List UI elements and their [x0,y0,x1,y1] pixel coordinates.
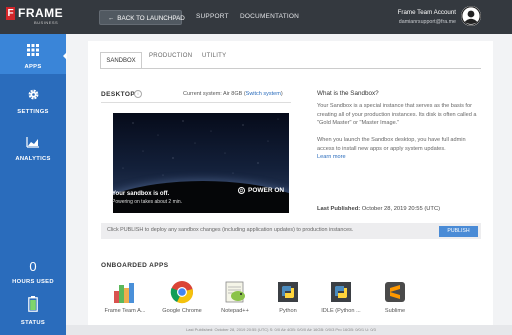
chrome-icon [169,279,195,305]
sandbox-info-paragraph-1: Your Sandbox is a special instance that … [317,103,477,127]
desktop-heading: DESKTOP [101,91,136,98]
bar-chart-app-icon [112,279,138,305]
support-link[interactable]: SUPPORT [196,13,229,20]
tab-utility[interactable]: UTILITY [202,53,226,59]
onboarded-app-label: Notepad++ [221,308,249,314]
sublime-text-icon [382,279,408,305]
desktop-preview[interactable] [113,113,289,213]
onboarded-app-idle[interactable]: IDLE (Python ... [314,279,368,314]
publish-bar: Click PUBLISH to deploy any sandbox chan… [101,223,481,239]
power-on-button[interactable]: ⏻ POWER ON [238,187,284,194]
tab-divider [100,68,481,69]
last-published-label: Last Published: [317,206,361,212]
python-idle-icon [328,279,354,305]
frame-logo-subtitle: BUSINESS [34,20,59,25]
onboarded-app-label: Frame Team A... [104,308,146,314]
onboarded-app-sublime[interactable]: Sublime [368,279,422,314]
publish-message: Click PUBLISH to deploy any sandbox chan… [107,227,354,233]
sandbox-info-paragraph-2: When you launch the Sandbox desktop, you… [317,136,482,162]
status-battery-icon [28,296,38,316]
switch-system-link[interactable]: Switch system [246,91,281,97]
onboarded-app-frame-team[interactable]: Frame Team A... [98,279,152,314]
sandbox-off-hint: Powering on takes about 2 min. [112,199,183,205]
current-system-label: Current system: Air 8GB ( [183,91,246,97]
back-arrow-icon: ← [108,15,115,22]
hours-used: 0 HOURS USED [0,258,66,285]
sandbox-panel: SANDBOX PRODUCTION UTILITY DESKTOP i Cur… [88,41,493,335]
desktop-divider [101,102,291,103]
tab-sandbox[interactable]: SANDBOX [100,52,142,69]
frame-logo[interactable]: F FRAME BUSINESS [6,6,66,28]
top-bar: F FRAME BUSINESS ← BACK TO LAUNCHPAD SUPP… [0,0,512,34]
sandbox-off-status: Your sandbox is off. [112,191,170,197]
apps-grid-icon [27,43,39,60]
sandbox-info-title: What is the Sandbox? [317,90,379,97]
python-icon [275,279,301,305]
status-bar: Last Published: October 28, 2019 20:55 (… [66,325,512,335]
current-system-close: ) [280,91,283,97]
publish-button[interactable]: PUBLISH [439,226,478,237]
sidebar-item-apps-label: APPS [24,64,42,70]
onboarded-app-label: IDLE (Python ... [321,308,361,314]
documentation-link[interactable]: DOCUMENTATION [240,13,299,20]
notepad-plus-plus-icon [222,279,248,305]
gear-icon [27,88,40,105]
sidebar-item-analytics-label: ANALYTICS [15,156,51,162]
user-avatar-icon[interactable] [461,6,481,26]
sidebar: APPS SETTINGS ANALYTICS 0 HOURS USED STA… [0,34,67,335]
onboarded-app-notepad[interactable]: Notepad++ [208,279,262,314]
onboarded-app-chrome[interactable]: Google Chrome [155,279,209,314]
sidebar-item-status[interactable]: STATUS [0,296,66,326]
power-icon: ⏻ [238,187,245,194]
sandbox-info-paragraph-2-text: When you launch the Sandbox desktop, you… [317,137,466,152]
frame-logo-mark: F [6,7,15,20]
onboarded-apps-heading: ONBOARDED APPS [101,262,169,269]
onboarded-app-label: Google Chrome [162,308,202,314]
sidebar-item-settings[interactable]: SETTINGS [0,88,66,115]
active-indicator [63,52,67,60]
sidebar-item-analytics[interactable]: ANALYTICS [0,135,66,162]
learn-more-link[interactable]: Learn more [317,154,346,160]
tab-production[interactable]: PRODUCTION [149,53,192,59]
sidebar-item-status-label: STATUS [20,320,46,326]
info-icon[interactable]: i [134,90,142,98]
power-on-label: POWER ON [248,187,285,195]
last-published-value: October 28, 2019 20:55 (UTC) [361,206,441,212]
hours-used-label: HOURS USED [12,279,54,285]
current-system: Current system: Air 8GB (Switch system) [183,91,283,97]
last-published: Last Published: October 28, 2019 20:55 (… [317,206,440,212]
sidebar-item-settings-label: SETTINGS [17,109,49,115]
onboarded-app-label: Sublime [384,308,406,314]
onboarded-app-label: Python [279,308,297,314]
account-email: damianrsupport@fra.me [398,19,456,25]
hours-used-value: 0 [29,259,37,274]
back-to-launchpad-button[interactable]: ← BACK TO LAUNCHPAD [99,10,185,25]
account-name[interactable]: Frame Team Account [398,9,456,16]
sidebar-item-apps[interactable]: APPS [0,34,66,74]
back-to-launchpad-label: BACK TO LAUNCHPAD [117,15,185,22]
frame-logo-text: FRAME [18,6,64,20]
onboarded-app-python[interactable]: Python [261,279,315,314]
analytics-chart-icon [26,135,40,152]
